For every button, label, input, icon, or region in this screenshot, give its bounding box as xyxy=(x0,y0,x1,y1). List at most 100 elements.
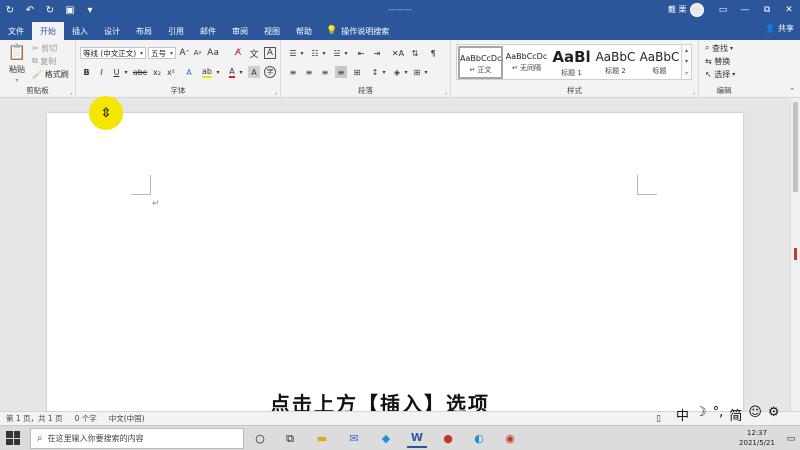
document-page[interactable]: ↵ xyxy=(47,113,743,411)
style-title[interactable]: AaBbC 标题 xyxy=(637,46,682,79)
vertical-scrollbar[interactable] xyxy=(790,98,800,411)
sort-icon[interactable]: ⇅ xyxy=(409,47,421,59)
undo-icon[interactable]: ↶ xyxy=(20,0,40,20)
show-marks-icon[interactable]: ¶ xyxy=(427,47,439,59)
scrollbar-thumb[interactable] xyxy=(793,102,798,192)
tell-me-search[interactable]: 💡 操作说明搜索 xyxy=(326,22,389,40)
paste-button[interactable]: 粘贴 xyxy=(4,64,30,74)
tab-file[interactable]: 文件 xyxy=(0,22,32,40)
taskbar-search-box[interactable]: ⌕ 在这里输入你要搜索的内容 xyxy=(30,428,244,449)
numbering-icon[interactable]: ☷ xyxy=(309,47,321,59)
styles-gallery-scroll[interactable]: ▴ ▾ ▿ xyxy=(682,44,692,80)
character-border-button[interactable]: A xyxy=(264,47,276,59)
tab-home[interactable]: 开始 xyxy=(32,22,64,40)
line-spacing-icon[interactable]: ↕ xyxy=(369,66,381,78)
tab-review[interactable]: 审阅 xyxy=(224,22,256,40)
word-count[interactable]: 0 个字 xyxy=(75,413,97,424)
style-heading-1[interactable]: AaBl 标题 1 xyxy=(549,46,594,79)
app-icon[interactable]: ◆ xyxy=(376,429,396,448)
tab-insert[interactable]: 插入 xyxy=(64,22,96,40)
recorder-icon[interactable]: ● xyxy=(438,429,458,448)
numbering-dropdown-icon[interactable]: ▾ xyxy=(321,47,327,59)
restore-icon[interactable]: ⧉ xyxy=(756,0,778,20)
style-no-spacing[interactable]: AaBbCcDc ↵ 无间隔 xyxy=(504,46,549,79)
cortana-icon[interactable]: ○ xyxy=(250,429,270,448)
align-center-icon[interactable]: ≡ xyxy=(303,66,315,78)
strikethrough-button[interactable]: abc xyxy=(133,66,147,78)
italic-button[interactable]: I xyxy=(96,66,107,78)
superscript-button[interactable]: x² xyxy=(165,66,177,78)
redo-icon[interactable]: ↻ xyxy=(40,0,60,20)
bullets-dropdown-icon[interactable]: ▾ xyxy=(299,47,305,59)
save-icon[interactable]: ▣ xyxy=(60,0,80,20)
phonetic-guide-button[interactable]: 文 xyxy=(248,47,260,60)
increase-indent-icon[interactable]: ⇥ xyxy=(371,47,383,59)
underline-button[interactable]: U xyxy=(111,66,122,78)
quick-access-more-icon[interactable]: ▾ xyxy=(80,0,100,20)
collapse-ribbon-icon[interactable]: ⌃ xyxy=(787,86,797,96)
highlight-dropdown-icon[interactable]: ▾ xyxy=(215,66,221,78)
distributed-icon[interactable]: ⊞ xyxy=(351,66,363,78)
paste-dropdown-icon[interactable]: ▾ xyxy=(4,76,30,84)
bullets-icon[interactable]: ☰ xyxy=(287,47,299,59)
minimize-icon[interactable]: — xyxy=(734,0,756,20)
tab-design[interactable]: 设计 xyxy=(96,22,128,40)
style-normal[interactable]: AaBbCcDc ↵ 正文 xyxy=(458,46,503,79)
copy-button[interactable]: ⧉ 复制 xyxy=(32,56,56,66)
style-heading-2[interactable]: AaBbC 标题 2 xyxy=(593,46,638,79)
underline-dropdown-icon[interactable]: ▾ xyxy=(122,66,130,78)
cut-button[interactable]: ✂ 剪切 xyxy=(32,43,57,53)
format-painter-button[interactable]: 🖌 格式刷 xyxy=(32,69,69,79)
emoji-icon[interactable]: ☺ xyxy=(748,405,762,424)
font-color-button[interactable]: A xyxy=(226,66,238,78)
chinese-layout-icon[interactable]: ✕A xyxy=(391,47,405,59)
font-size-combo[interactable]: 五号 ▾ xyxy=(148,47,176,59)
paragraph-launcher-icon[interactable]: ⌟ xyxy=(444,89,447,96)
subscript-button[interactable]: x₂ xyxy=(151,66,163,78)
clear-formatting-icon[interactable]: A̸ xyxy=(232,47,244,59)
paste-icon[interactable]: 📋 xyxy=(6,42,28,62)
shading-icon[interactable]: ◈ xyxy=(391,66,403,78)
autosave-icon[interactable]: ↻ xyxy=(0,0,20,20)
tab-references[interactable]: 引用 xyxy=(160,22,192,40)
font-launcher-icon[interactable]: ⌟ xyxy=(274,89,277,96)
text-effects-icon[interactable]: A xyxy=(182,66,196,78)
decrease-indent-icon[interactable]: ⇤ xyxy=(355,47,367,59)
edge-icon[interactable]: ◐ xyxy=(469,429,489,448)
bold-button[interactable]: B xyxy=(81,66,92,78)
notification-icon[interactable]: ▭ xyxy=(785,429,797,448)
find-button[interactable]: ⌕ 查找 ▾ xyxy=(705,43,733,53)
language-indicator[interactable]: 中文(中国) xyxy=(109,413,145,424)
align-left-icon[interactable]: ≡ xyxy=(287,66,299,78)
focus-mode-icon[interactable]: ▯ xyxy=(656,414,661,424)
ribbon-display-icon[interactable]: ▭ xyxy=(712,0,734,20)
tab-layout[interactable]: 布局 xyxy=(128,22,160,40)
tab-view[interactable]: 视图 xyxy=(256,22,288,40)
character-shading-button[interactable]: A xyxy=(248,66,260,78)
close-icon[interactable]: ✕ xyxy=(778,0,800,20)
borders-icon[interactable]: ⊞ xyxy=(411,66,423,78)
enclose-characters-button[interactable]: 字 xyxy=(264,66,276,78)
change-case-button[interactable]: Aa xyxy=(207,47,219,59)
align-right-icon[interactable]: ≡ xyxy=(319,66,331,78)
borders-dropdown-icon[interactable]: ▾ xyxy=(423,66,429,78)
settings-gear-icon[interactable]: ⚙ xyxy=(768,405,780,424)
music-app-icon[interactable]: ◉ xyxy=(500,429,520,448)
justify-icon[interactable]: ≡ xyxy=(335,66,347,78)
punctuation-toggle[interactable]: °, xyxy=(713,405,724,424)
shading-dropdown-icon[interactable]: ▾ xyxy=(403,66,409,78)
line-spacing-dropdown-icon[interactable]: ▾ xyxy=(381,66,387,78)
replace-button[interactable]: ⇆ 替换 xyxy=(705,56,730,66)
gallery-more-icon[interactable]: ▿ xyxy=(685,70,688,77)
grow-font-button[interactable]: A ^ xyxy=(179,47,190,59)
word-icon[interactable]: W xyxy=(407,429,427,448)
task-view-icon[interactable]: ⧉ xyxy=(280,429,300,448)
chevron-down-icon[interactable]: ▾ xyxy=(685,58,688,65)
clipboard-launcher-icon[interactable]: ⌟ xyxy=(69,89,72,96)
tab-help[interactable]: 帮助 xyxy=(288,22,320,40)
user-name[interactable]: 戴 栗 xyxy=(668,4,687,15)
chinese-mode-toggle[interactable]: 中 xyxy=(676,405,689,424)
shrink-font-button[interactable]: Av xyxy=(192,47,203,59)
multilevel-dropdown-icon[interactable]: ▾ xyxy=(343,47,349,59)
avatar[interactable] xyxy=(690,3,704,17)
